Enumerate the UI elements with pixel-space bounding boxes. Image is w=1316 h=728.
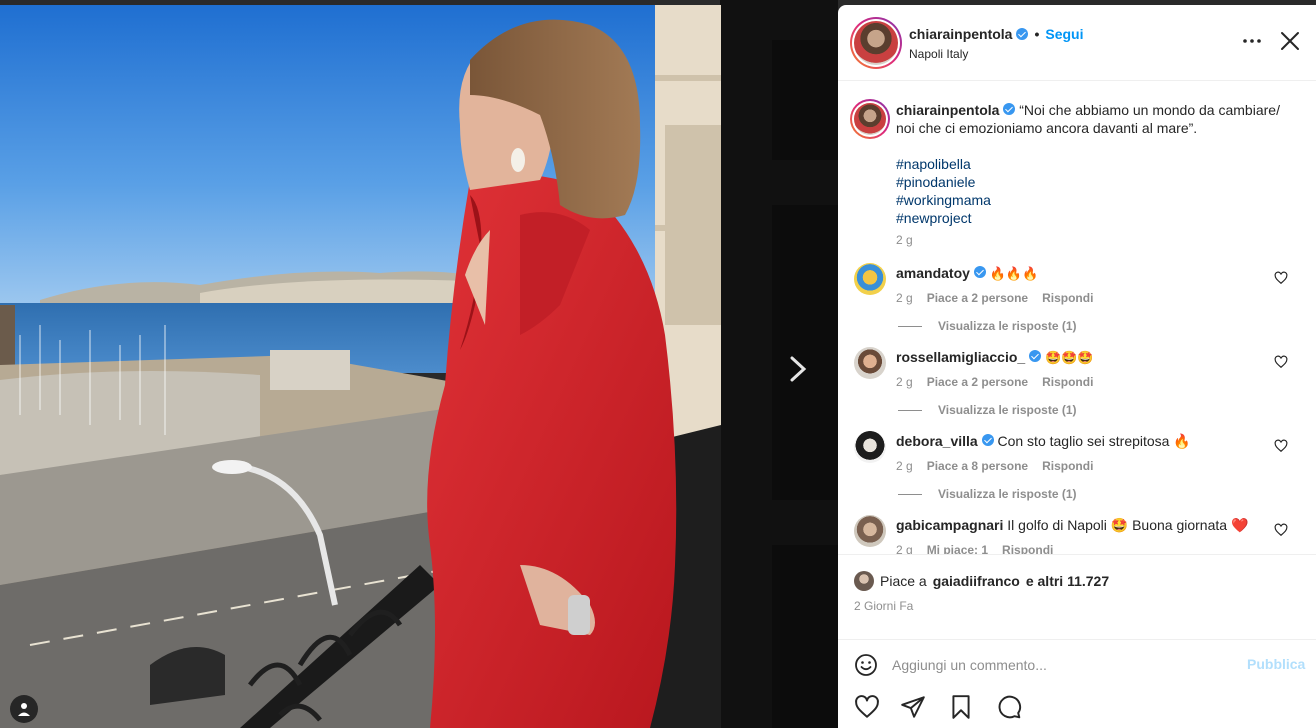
hashtag-link[interactable]: #workingmama <box>896 191 991 209</box>
heart-icon[interactable] <box>854 694 880 720</box>
reply-button[interactable]: Rispondi <box>1042 375 1093 389</box>
likes-section: Piace a gaiadiifranco e altri 11.727 2 G… <box>838 554 1316 639</box>
verified-badge-icon <box>1029 350 1042 362</box>
liker-username[interactable]: gaiadiifranco <box>933 573 1020 589</box>
post-date[interactable]: 2 Giorni Fa <box>854 599 913 613</box>
view-replies-label: Visualizza le risposte (1) <box>938 319 1077 333</box>
comments-list[interactable]: chiarainpentola “Noi che abbiamo un mond… <box>838 82 1316 554</box>
reply-button[interactable]: Rispondi <box>1002 543 1053 554</box>
commenter-avatar[interactable] <box>854 263 886 295</box>
share-icon[interactable] <box>900 694 926 720</box>
author-avatar[interactable] <box>850 17 902 69</box>
comment-time[interactable]: 2 g <box>896 459 913 473</box>
add-comment-bar: Pubblica <box>838 639 1316 689</box>
comment-likes[interactable]: Mi piace: 1 <box>927 543 988 554</box>
caption-text-block: chiarainpentola “Noi che abbiamo un mond… <box>896 101 1296 137</box>
separator-dot: • <box>1034 26 1040 42</box>
next-post-chevron-right-icon[interactable] <box>785 352 811 386</box>
backdrop-tile <box>772 40 838 160</box>
likes-prefix: Piace a <box>880 573 927 589</box>
view-replies-label: Visualizza le risposte (1) <box>938 403 1077 417</box>
comment-time[interactable]: 2 g <box>896 375 913 389</box>
comment-likes[interactable]: Piace a 2 persone <box>927 291 1028 305</box>
post-photo[interactable] <box>0 5 721 728</box>
commenter-avatar[interactable] <box>854 347 886 379</box>
comment-heart-icon[interactable] <box>1274 271 1288 285</box>
reply-button[interactable]: Rispondi <box>1042 291 1093 305</box>
comment-icon[interactable] <box>996 694 1022 720</box>
comment-time[interactable]: 2 g <box>896 291 913 305</box>
post-location[interactable]: Napoli Italy <box>909 47 968 61</box>
more-options-icon[interactable] <box>1242 31 1262 51</box>
comment-heart-icon[interactable] <box>1274 523 1288 537</box>
author-username[interactable]: chiarainpentola <box>909 26 1012 42</box>
view-replies-button[interactable]: Visualizza le risposte (1) <box>898 487 1077 501</box>
replies-divider <box>898 409 922 411</box>
verified-badge-icon <box>1016 28 1029 40</box>
replies-divider <box>898 493 922 495</box>
post-detail-panel: chiarainpentola • Segui Napoli Italy chi… <box>838 5 1316 728</box>
commenter-avatar[interactable] <box>854 515 886 547</box>
comment-meta: 2 g Piace a 2 persone Rispondi <box>896 291 1093 305</box>
replies-divider <box>898 325 922 327</box>
verified-badge-icon <box>973 266 986 278</box>
close-icon[interactable] <box>1278 29 1302 53</box>
view-replies-button[interactable]: Visualizza le risposte (1) <box>898 319 1077 333</box>
comment-text-block: debora_villa Con sto taglio sei strepito… <box>896 432 1266 450</box>
caption-avatar[interactable] <box>850 99 890 139</box>
caption-username[interactable]: chiarainpentola <box>896 102 999 118</box>
likes-summary[interactable]: Piace a gaiadiifranco e altri 11.727 <box>854 571 1109 591</box>
reply-button[interactable]: Rispondi <box>1042 459 1093 473</box>
commenter-avatar[interactable] <box>854 431 886 463</box>
comment-username[interactable]: debora_villa <box>896 433 978 449</box>
likes-count[interactable]: e altri 11.727 <box>1026 573 1109 589</box>
hashtag-link[interactable]: #napolibella <box>896 155 991 173</box>
post-actions <box>838 689 1316 728</box>
comment-meta: 2 g Piace a 2 persone Rispondi <box>896 375 1093 389</box>
verified-badge-icon <box>981 434 994 446</box>
hashtag-list: #napolibella #pinodaniele #workingmama #… <box>896 155 991 227</box>
comment-text: 🤩🤩🤩 <box>1044 350 1094 365</box>
view-replies-label: Visualizza le risposte (1) <box>938 487 1077 501</box>
hashtag-link[interactable]: #pinodaniele <box>896 173 991 191</box>
view-replies-button[interactable]: Visualizza le risposte (1) <box>898 403 1077 417</box>
comment-username[interactable]: gabicampagnari <box>896 517 1003 533</box>
comment-time[interactable]: 2 g <box>896 543 913 554</box>
bookmark-icon[interactable] <box>948 694 974 720</box>
comment-text: Con sto taglio sei strepitosa 🔥 <box>997 433 1191 449</box>
backdrop-tile <box>772 545 838 728</box>
comment-text: 🔥🔥🔥 <box>989 266 1039 281</box>
comment-likes[interactable]: Piace a 8 persone <box>927 459 1028 473</box>
follow-button[interactable]: Segui <box>1045 26 1083 42</box>
hashtag-link[interactable]: #newproject <box>896 209 991 227</box>
post-header: chiarainpentola • Segui Napoli Italy <box>838 5 1316 81</box>
comment-heart-icon[interactable] <box>1274 355 1288 369</box>
comment-meta: 2 g Piace a 8 persone Rispondi <box>896 459 1093 473</box>
caption-timestamp[interactable]: 2 g <box>896 233 913 247</box>
comment-text-block: gabicampagnari Il golfo di Napoli 🤩 Buon… <box>896 516 1266 534</box>
comment-likes[interactable]: Piace a 2 persone <box>927 375 1028 389</box>
emoji-icon[interactable] <box>854 653 878 677</box>
liker-avatar <box>854 571 874 591</box>
publish-button[interactable]: Pubblica <box>1247 656 1305 672</box>
comment-username[interactable]: rossellamigliaccio_ <box>896 349 1025 365</box>
user-tag-icon[interactable] <box>10 695 38 723</box>
comment-text: Il golfo di Napoli 🤩 Buona giornata ❤️ <box>1007 517 1249 533</box>
comment-username[interactable]: amandatoy <box>896 265 970 281</box>
verified-badge-icon <box>1003 103 1016 115</box>
comment-heart-icon[interactable] <box>1274 439 1288 453</box>
comment-text-block: amandatoy 🔥🔥🔥 <box>896 264 1266 283</box>
header-username-row: chiarainpentola • Segui <box>909 26 1084 42</box>
comment-text-block: rossellamigliaccio_ 🤩🤩🤩 <box>896 348 1266 367</box>
comment-input[interactable] <box>892 651 1232 679</box>
comment-meta: 2 g Mi piace: 1 Rispondi <box>896 543 1053 554</box>
